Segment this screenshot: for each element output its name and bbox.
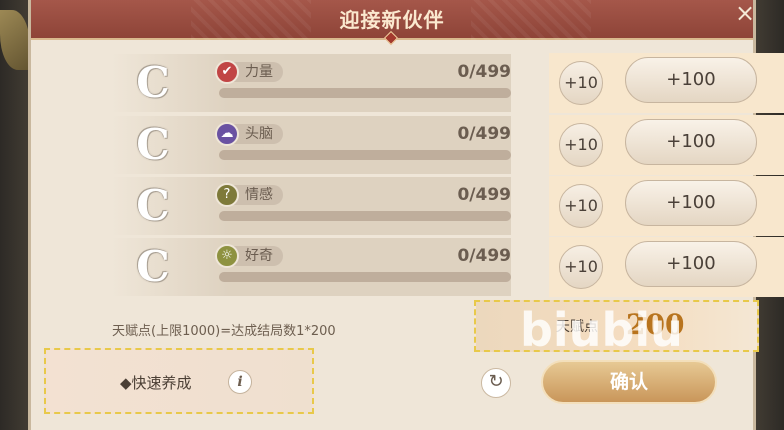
quick-cultivate-label: ◆快速养成 [120,374,192,392]
grade-label: C [136,242,170,291]
talent-points-note: 天赋点(上限1000)=达成结局数1*200 [112,324,336,339]
quick-cultivate-button[interactable]: ◆快速养成 i [44,348,314,414]
stat-progress-bar [219,211,511,221]
stat-row-strength: C ✔ 力量 0/499 +10 +100 [111,53,784,113]
stat-row-intellect: C ☁ 头脑 0/499 +10 +100 [111,115,784,175]
add-10-button[interactable]: +10 [559,245,603,289]
add-100-button[interactable]: +100 [625,241,757,287]
add-10-button[interactable]: +10 [559,61,603,105]
add-10-button[interactable]: +10 [559,184,603,228]
brain-icon: ☁ [215,122,239,146]
stat-name: 好奇 [245,248,273,264]
grade-label: C [136,120,170,169]
add-10-button[interactable]: +10 [559,123,603,167]
stat-name-chip: ☁ 头脑 [215,122,283,146]
stat-progress-bar [219,150,511,160]
watermark: biubiu [520,303,683,357]
question-icon: ? [215,183,239,207]
lightbulb-icon: ☼ [215,244,239,268]
strength-icon: ✔ [215,60,239,84]
grade-label: C [136,181,170,230]
stat-name: 力量 [245,64,273,80]
stat-button-panel: +10 +100 [549,237,784,297]
stat-name: 头脑 [245,126,273,142]
info-icon[interactable]: i [228,370,252,394]
stat-value: 0/499 [457,185,511,205]
refresh-icon[interactable]: ↻ [481,368,511,398]
stat-row-curiosity: C ☼ 好奇 0/499 +10 +100 [111,237,784,297]
add-100-button[interactable]: +100 [625,180,757,226]
stat-name: 情感 [245,187,273,203]
add-100-button[interactable]: +100 [625,57,757,103]
stat-value: 0/499 [457,62,511,82]
stat-progress-bar [219,272,511,282]
dialog-title: 迎接新伙伴 [339,8,445,32]
stat-button-panel: +10 +100 [549,115,784,175]
grade-label: C [136,58,170,107]
add-100-button[interactable]: +100 [625,119,757,165]
close-icon[interactable]: × [730,0,760,30]
stat-name-chip: ☼ 好奇 [215,244,283,268]
stat-button-panel: +10 +100 [549,176,784,236]
stat-progress-bar [219,88,511,98]
stat-name-chip: ? 情感 [215,183,283,207]
stat-name-chip: ✔ 力量 [215,60,283,84]
stat-row-emotion: C ? 情感 0/499 +10 +100 [111,176,784,236]
confirm-button[interactable]: 确认 [541,360,717,404]
stat-value: 0/499 [457,124,511,144]
stat-value: 0/499 [457,246,511,266]
stat-button-panel: +10 +100 [549,53,784,113]
